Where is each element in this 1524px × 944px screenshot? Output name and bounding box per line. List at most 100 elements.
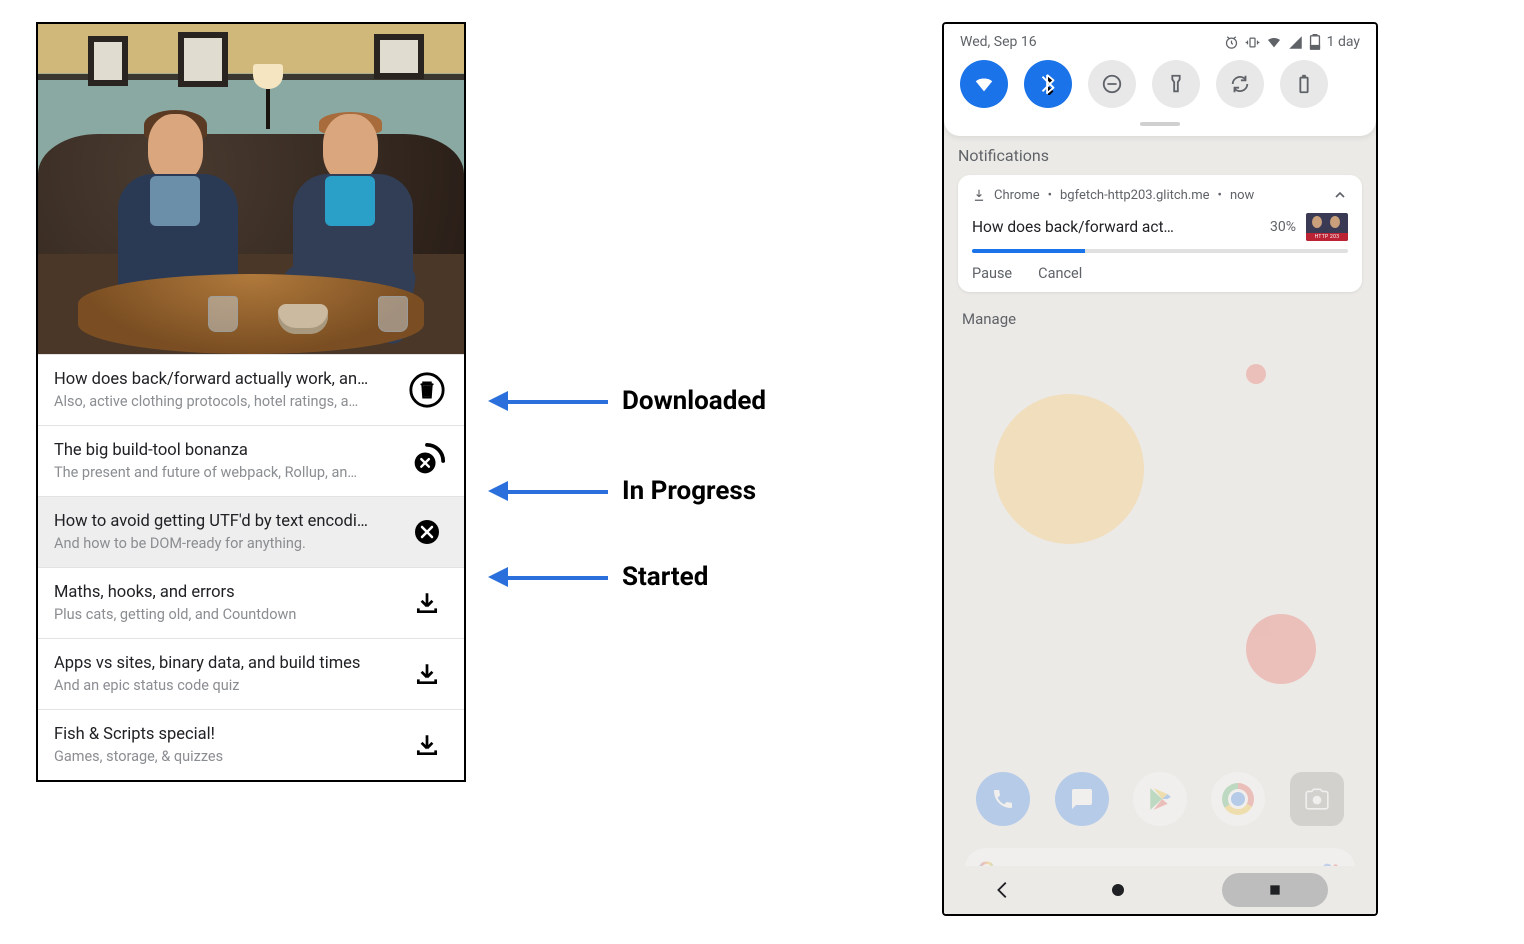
episode-action-button[interactable] [406, 582, 448, 624]
episode-subtitle: And how to be DOM-ready for anything. [54, 535, 396, 552]
episode-item[interactable]: Maths, hooks, and errors Plus cats, getti… [38, 567, 464, 638]
episode-subtitle: And an epic status code quiz [54, 677, 396, 694]
arrow-icon [488, 567, 608, 587]
download-icon [414, 590, 440, 616]
download-icon [972, 188, 986, 202]
trash-icon [408, 371, 446, 409]
notification-percent: 30% [1270, 219, 1296, 235]
episode-subtitle: The present and future of webpack, Rollu… [54, 464, 396, 481]
bluetooth-icon [1037, 73, 1059, 95]
dnd-icon [1101, 73, 1123, 95]
home-screen-ghost: G [944, 354, 1376, 914]
notification-time: now [1230, 188, 1254, 203]
episode-action-button[interactable] [406, 724, 448, 766]
episode-action-button[interactable] [406, 440, 448, 482]
download-notification-card[interactable]: Chrome • bgfetch-http203.glitch.me • now… [958, 175, 1362, 292]
notification-source: bgfetch-http203.glitch.me [1060, 188, 1210, 203]
camera-app-icon[interactable] [1290, 772, 1344, 826]
qs-bluetooth-tile[interactable] [1024, 60, 1072, 108]
episode-action-button[interactable] [406, 653, 448, 695]
notification-title: How does back/forward act… [972, 218, 1260, 236]
episode-title: Fish & Scripts special! [54, 725, 396, 744]
episode-subtitle: Also, active clothing protocols, hotel r… [54, 393, 396, 410]
notification-app-name: Chrome [994, 188, 1040, 203]
episode-subtitle: Plus cats, getting old, and Countdown [54, 606, 396, 623]
phone-app-icon[interactable] [976, 772, 1030, 826]
episode-text: The big build-tool bonanza The present an… [54, 441, 406, 481]
home-nav-pill[interactable] [1222, 873, 1328, 907]
cancel-button[interactable]: Cancel [1038, 265, 1082, 282]
wifi-status-icon [1266, 34, 1282, 50]
episode-text: How does back/forward actually work, an…… [54, 370, 406, 410]
episode-title: Apps vs sites, binary data, and build ti… [54, 654, 396, 673]
annotation-label: Started [622, 562, 708, 592]
pause-button[interactable]: Pause [972, 265, 1012, 282]
episode-subtitle: Games, storage, & quizzes [54, 748, 396, 765]
panel-drag-handle[interactable] [1140, 122, 1180, 126]
qs-autorotate-tile[interactable] [1216, 60, 1264, 108]
episode-title: How does back/forward actually work, an… [54, 370, 396, 389]
annotation: Downloaded [488, 386, 766, 416]
episode-item[interactable]: How does back/forward actually work, an…… [38, 354, 464, 425]
episode-item[interactable]: How to avoid getting UTF'd by text encod… [38, 496, 464, 567]
home-nav-icon [1267, 882, 1283, 898]
arrow-icon [488, 391, 608, 411]
episode-item[interactable]: Apps vs sites, binary data, and build ti… [38, 638, 464, 709]
battery-icon [1309, 34, 1321, 50]
episode-list: How does back/forward actually work, an…… [38, 354, 464, 780]
qs-wifi-tile[interactable] [960, 60, 1008, 108]
app-dock [964, 764, 1356, 834]
qs-flashlight-tile[interactable] [1152, 60, 1200, 108]
download-icon [414, 661, 440, 687]
battery-saver-icon [1293, 73, 1315, 95]
episode-action-button[interactable] [406, 511, 448, 553]
chrome-app-icon[interactable] [1211, 772, 1265, 826]
quick-settings-panel: Wed, Sep 16 1 day [944, 24, 1376, 136]
signal-icon [1288, 35, 1303, 50]
episode-title: The big build-tool bonanza [54, 441, 396, 460]
notifications-heading: Notifications [958, 146, 1362, 165]
battery-text: 1 day [1327, 34, 1360, 50]
arrow-icon [488, 481, 608, 501]
download-icon [414, 732, 440, 758]
wifi-icon [973, 73, 995, 95]
episode-text: Fish & Scripts special! Games, storage, &… [54, 725, 406, 765]
notification-thumbnail [1306, 213, 1348, 241]
overview-nav-icon[interactable] [1109, 881, 1127, 899]
annotation-label: In Progress [622, 476, 756, 506]
left-device-frame: How does back/forward actually work, an…… [36, 22, 466, 782]
status-date: Wed, Sep 16 [960, 34, 1037, 50]
right-device-frame: G Wed, Sep 16 1 day Notifications Chrome [942, 22, 1378, 916]
status-icons: 1 day [1224, 34, 1360, 50]
annotation: In Progress [488, 476, 756, 506]
qs-battery-saver-tile[interactable] [1280, 60, 1328, 108]
download-progress-bar [972, 249, 1348, 253]
qs-dnd-tile[interactable] [1088, 60, 1136, 108]
manage-button[interactable]: Manage [962, 310, 1358, 328]
annotation: Started [488, 562, 708, 592]
chevron-up-icon[interactable] [1332, 187, 1348, 203]
back-nav-icon[interactable] [992, 879, 1014, 901]
episode-text: Maths, hooks, and errors Plus cats, getti… [54, 583, 406, 623]
notifications-block: Notifications Chrome • bgfetch-http203.g… [944, 136, 1376, 328]
episode-title: Maths, hooks, and errors [54, 583, 396, 602]
quick-settings-row [944, 56, 1376, 118]
episode-text: How to avoid getting UTF'd by text encod… [54, 512, 406, 552]
cancel-icon [412, 517, 442, 547]
episode-item[interactable]: The big build-tool bonanza The present an… [38, 425, 464, 496]
episode-text: Apps vs sites, binary data, and build ti… [54, 654, 406, 694]
vibrate-icon [1245, 35, 1260, 50]
messages-app-icon[interactable] [1055, 772, 1109, 826]
annotation-label: Downloaded [622, 386, 766, 416]
autorotate-icon [1229, 73, 1251, 95]
episode-title: How to avoid getting UTF'd by text encod… [54, 512, 396, 531]
progress-cancel-icon [408, 442, 446, 480]
flashlight-icon [1165, 73, 1187, 95]
episode-action-button[interactable] [406, 369, 448, 411]
play-store-app-icon[interactable] [1133, 772, 1187, 826]
alarm-icon [1224, 35, 1239, 50]
system-nav-bar [944, 866, 1376, 914]
episode-item[interactable]: Fish & Scripts special! Games, storage, &… [38, 709, 464, 780]
status-bar: Wed, Sep 16 1 day [944, 24, 1376, 56]
video-thumbnail[interactable] [38, 24, 464, 354]
